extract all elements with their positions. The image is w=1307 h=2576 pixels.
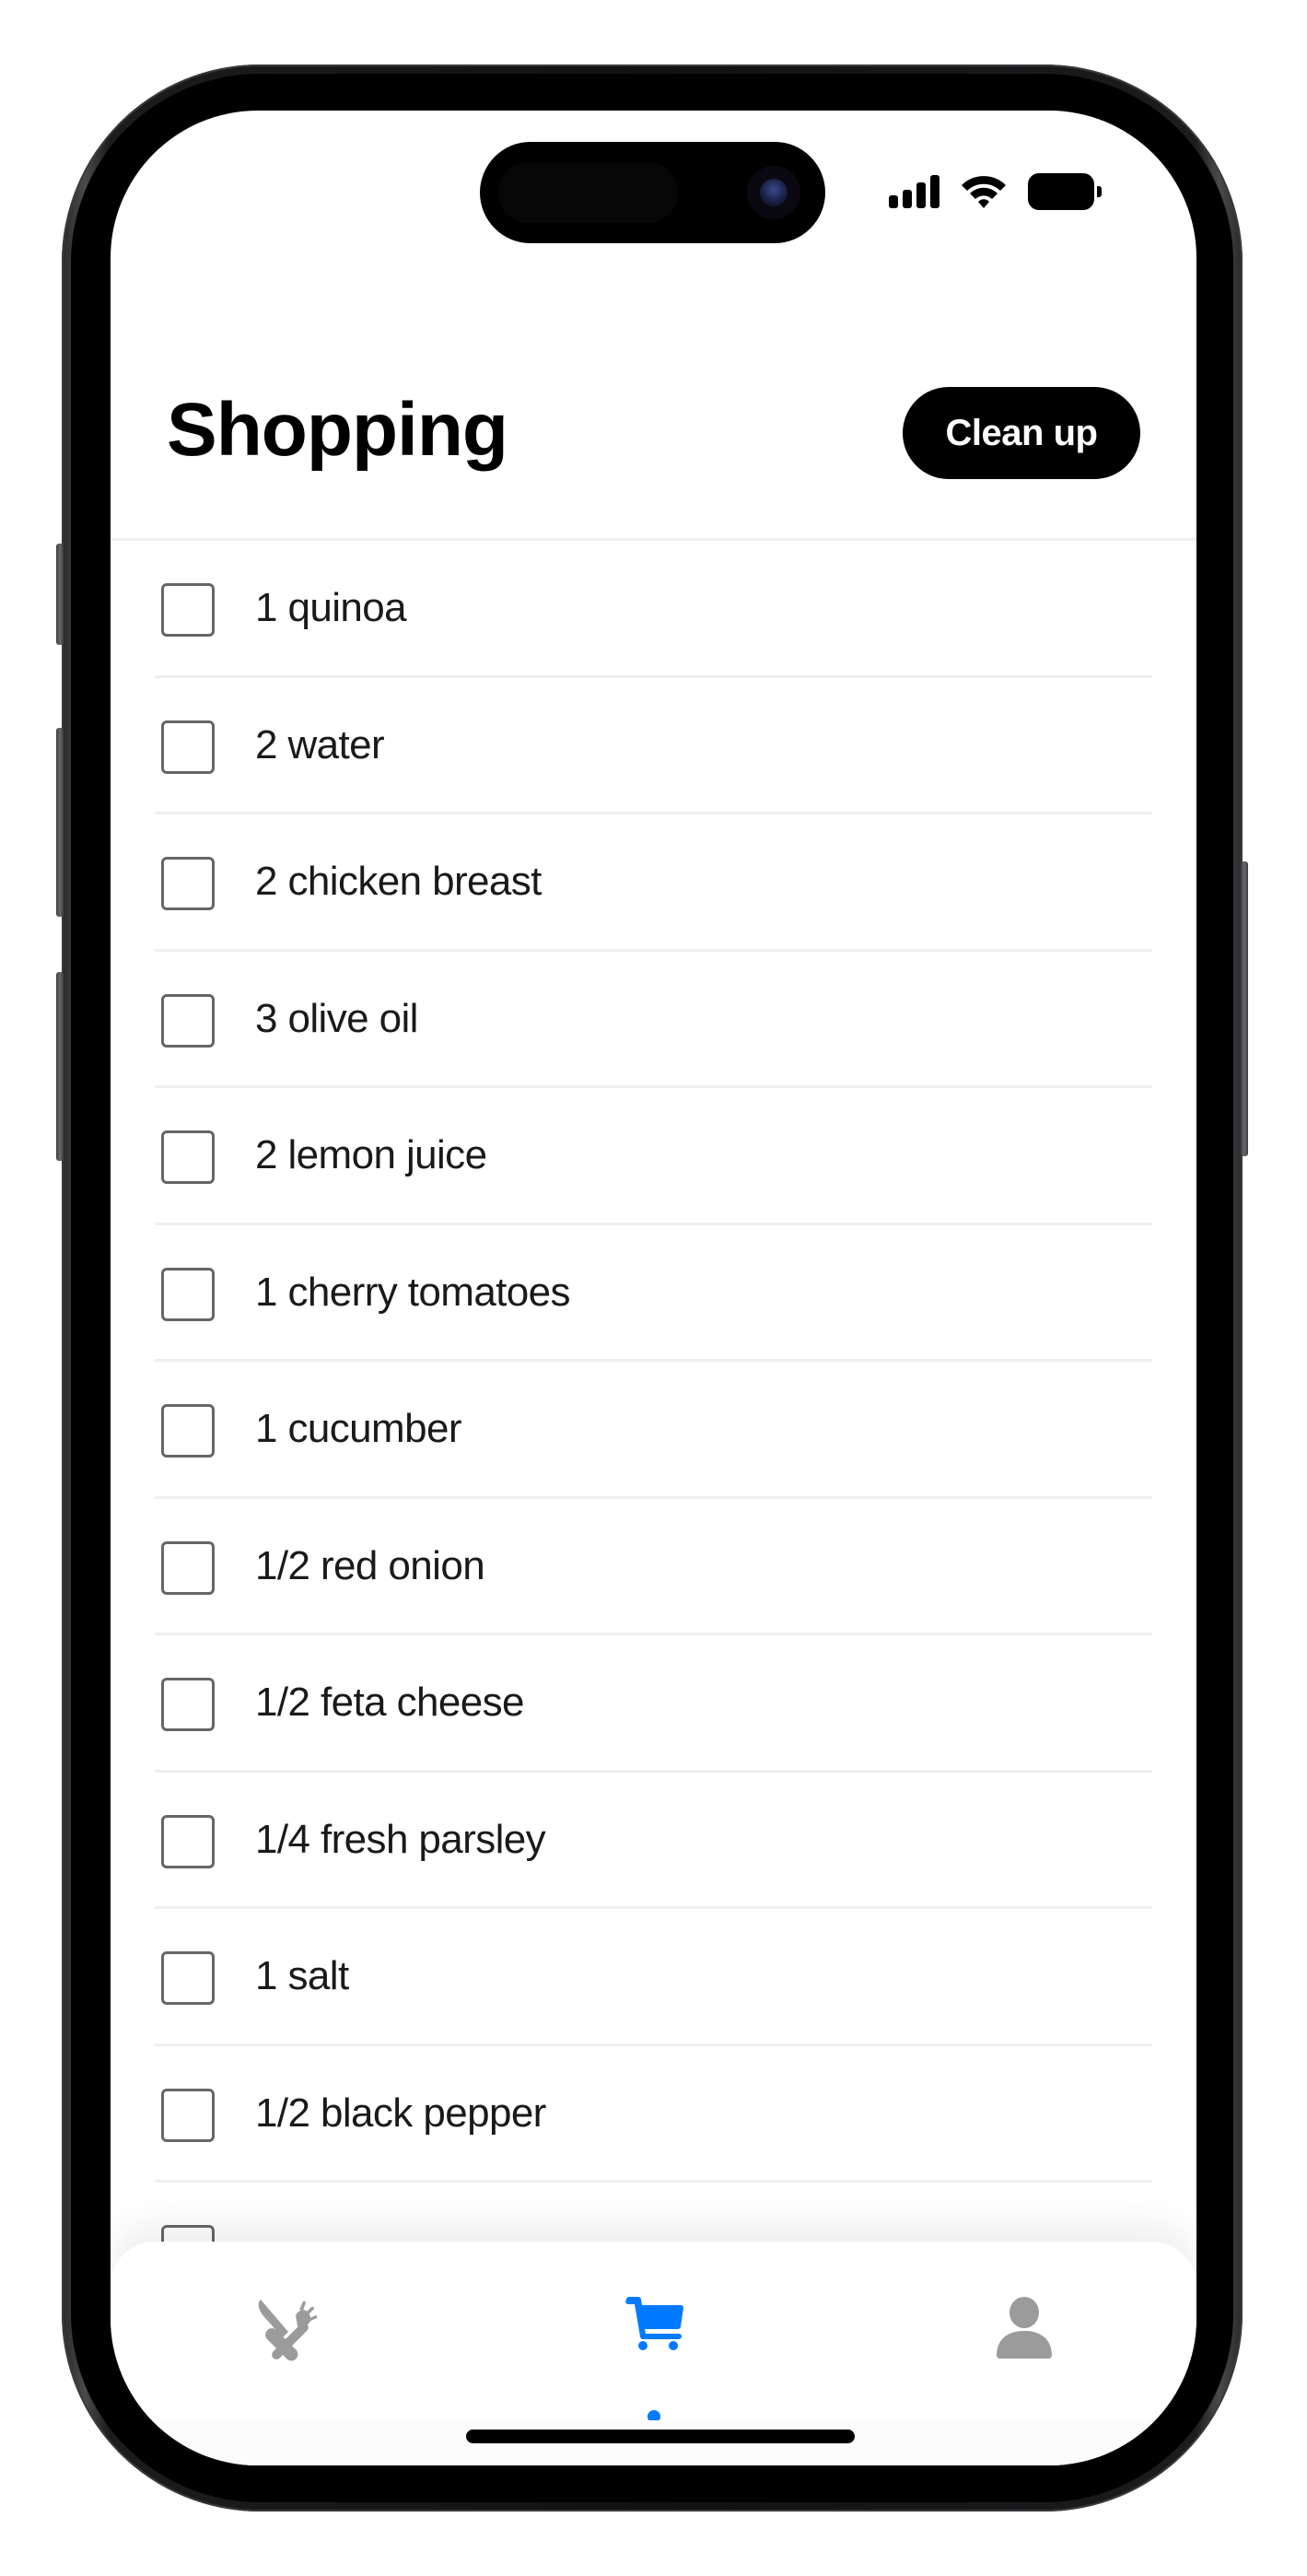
- action-button: [56, 544, 64, 645]
- item-label: 1/2 red onion: [255, 1542, 485, 1588]
- list-item[interactable]: 1/4 fresh parsley: [155, 1773, 1152, 1909]
- item-checkbox[interactable]: [161, 1404, 215, 1458]
- item-checkbox[interactable]: [161, 993, 215, 1048]
- list-item[interactable]: 1 cucumber: [155, 1362, 1152, 1499]
- item-checkbox[interactable]: [161, 2088, 215, 2142]
- list-item[interactable]: 1/2 feta cheese: [155, 1635, 1152, 1773]
- item-checkbox[interactable]: [161, 1678, 215, 1731]
- item-checkbox[interactable]: [161, 857, 215, 910]
- tab-recipes[interactable]: [224, 2278, 353, 2426]
- list-item[interactable]: 1 cherry tomatoes: [155, 1225, 1152, 1362]
- home-indicator[interactable]: [466, 2430, 855, 2443]
- item-label: 1/2 black pepper: [255, 2090, 546, 2136]
- list-item[interactable]: 1/2 black pepper: [155, 2046, 1152, 2183]
- clean-up-button[interactable]: Clean up: [903, 387, 1140, 479]
- item-checkbox[interactable]: [161, 720, 215, 774]
- volume-up-button: [56, 728, 64, 917]
- item-label: 1 salt: [255, 1953, 349, 1998]
- item-label: 1 cucumber: [255, 1406, 461, 1451]
- item-label: 1/2 feta cheese: [255, 1680, 524, 1725]
- power-button: [1241, 861, 1248, 1156]
- utensils-icon: [258, 2300, 318, 2361]
- list-item[interactable]: 3 olive oil: [155, 952, 1152, 1088]
- cart-icon: [625, 2297, 683, 2350]
- tab-profile[interactable]: [960, 2278, 1089, 2426]
- person-icon: [997, 2297, 1052, 2359]
- item-checkbox[interactable]: [161, 1951, 215, 2005]
- item-checkbox[interactable]: [161, 1814, 215, 1868]
- page-header: Shopping Clean up: [111, 111, 1196, 541]
- app-screen: Shopping Clean up 1 quinoa 2 water 2 chick…: [111, 111, 1196, 2465]
- list-item[interactable]: 1/2 red onion: [155, 1499, 1152, 1635]
- item-checkbox[interactable]: [161, 583, 215, 637]
- item-checkbox[interactable]: [161, 1130, 215, 1184]
- item-label: 2 chicken breast: [255, 859, 542, 904]
- list-item[interactable]: 2 water: [155, 678, 1152, 814]
- item-label: 1/4 fresh parsley: [255, 1816, 546, 1862]
- list-item[interactable]: 1 quinoa: [155, 541, 1152, 678]
- item-label: 1 cherry tomatoes: [255, 1269, 571, 1315]
- item-checkbox[interactable]: [161, 1540, 215, 1595]
- list-item[interactable]: 2 chicken breast: [155, 814, 1152, 952]
- item-checkbox[interactable]: [161, 1267, 215, 1321]
- item-label: 3 olive oil: [255, 995, 418, 1041]
- page-title: Shopping: [167, 388, 508, 472]
- list-item[interactable]: 1 salt: [155, 1909, 1152, 2046]
- item-label: 2 lemon juice: [255, 1132, 487, 1177]
- list-item[interactable]: 2 lemon juice: [155, 1088, 1152, 1225]
- tab-shopping[interactable]: [589, 2278, 718, 2426]
- item-label: 2 water: [255, 721, 385, 767]
- shopping-list: 1 quinoa 2 water 2 chicken breast 3 olive o…: [155, 541, 1152, 2320]
- volume-down-button: [56, 972, 64, 1161]
- item-label: 1 quinoa: [255, 585, 407, 630]
